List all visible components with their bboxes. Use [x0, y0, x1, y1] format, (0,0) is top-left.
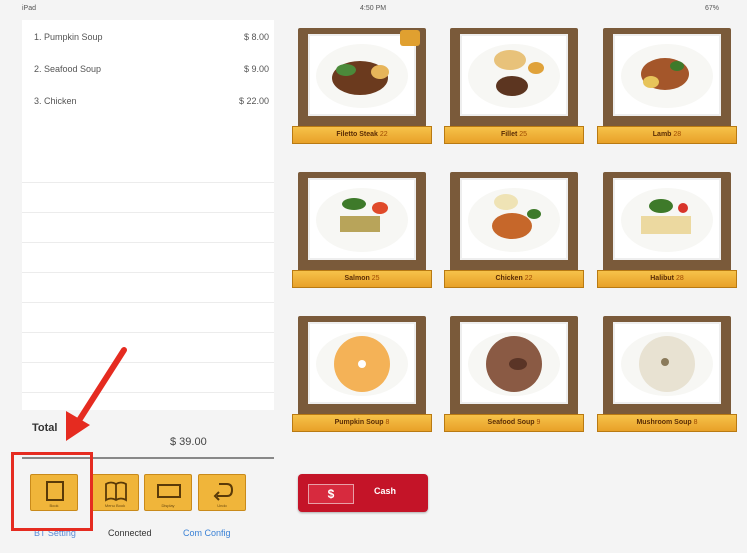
menu-tile-label[interactable]: Filetto Steak 22 [292, 126, 432, 144]
order-item-name: 2. Seafood Soup [34, 64, 102, 74]
order-item-price: $ 8.00 [243, 32, 269, 42]
row-divider [22, 242, 274, 243]
dish-photo [308, 322, 416, 404]
battery-level: 67% [705, 5, 720, 12]
status-bar: iPad 4:50 PM 67% [0, 0, 747, 18]
menu-tile-label[interactable]: Chicken 22 [444, 270, 584, 288]
menu-item-price: 8 [385, 419, 390, 426]
undo-button-label: Undo [217, 503, 227, 508]
dish-photo [613, 322, 721, 404]
menu-tile-label[interactable]: Lamb 28 [597, 126, 737, 144]
menu-item-name: Chicken [495, 275, 523, 282]
menu-tile-label[interactable]: Pumpkin Soup 8 [292, 414, 432, 432]
display-button-label: Display [161, 503, 175, 508]
total-label: Total [32, 422, 58, 434]
annotation-highlight-box [11, 452, 93, 531]
dish-photo [460, 322, 568, 404]
menu-item-name: Fillet [500, 131, 518, 138]
dish-photo [613, 34, 721, 116]
display-icon [157, 484, 181, 498]
menu-book-button-label: Menu Book [104, 503, 126, 508]
menu-item-price: 25 [519, 131, 528, 138]
order-row[interactable]: 2. Seafood Soup $ 9.00 [34, 58, 269, 78]
menu-tile[interactable] [450, 172, 578, 280]
menu-item-price: 28 [673, 131, 682, 138]
badge-icon [400, 30, 420, 46]
menu-tile[interactable] [603, 172, 731, 280]
display-button[interactable]: Display [144, 474, 192, 511]
dish-photo [308, 34, 416, 116]
cash-button[interactable]: $ Cash [298, 474, 428, 512]
order-item-price: $ 22.00 [238, 96, 269, 106]
menu-item-price: 28 [675, 275, 684, 282]
dish-photo [308, 178, 416, 260]
order-row[interactable]: 3. Chicken $ 22.00 [34, 90, 269, 110]
menu-item-name: Seafood Soup [487, 419, 535, 426]
undo-icon [213, 483, 234, 501]
menu-tile[interactable] [603, 316, 731, 424]
total-value: $ 39.00 [170, 436, 207, 448]
row-divider [22, 272, 274, 273]
dish-photo [460, 178, 568, 260]
order-item-name: 3. Chicken [34, 96, 77, 106]
menu-tile[interactable] [603, 28, 731, 136]
dollar-icon: $ [308, 484, 354, 504]
menu-tile[interactable] [450, 28, 578, 136]
menu-tile-label[interactable]: Halibut 28 [597, 270, 737, 288]
menu-item-price: 22 [379, 131, 388, 138]
dish-photo [613, 178, 721, 260]
menu-item-price: 25 [371, 275, 380, 282]
menu-item-name: Pumpkin Soup [334, 419, 384, 426]
row-divider [22, 182, 274, 183]
row-divider [22, 392, 274, 393]
row-divider [22, 302, 274, 303]
menu-item-name: Mushroom Soup [636, 419, 692, 426]
menu-item-price: 8 [693, 419, 698, 426]
order-panel: 1. Pumpkin Soup $ 8.00 2. Seafood Soup $… [22, 20, 274, 410]
menu-tile[interactable] [450, 316, 578, 424]
menu-item-name: Lamb [652, 131, 672, 138]
undo-button[interactable]: Undo [198, 474, 246, 511]
menu-tile[interactable] [298, 172, 426, 280]
dish-photo [460, 34, 568, 116]
menu-tile-label[interactable]: Seafood Soup 9 [444, 414, 584, 432]
menu-item-name: Salmon [344, 275, 370, 282]
menu-item-price: 9 [536, 419, 541, 426]
row-divider [22, 362, 274, 363]
order-item-name: 1. Pumpkin Soup [34, 32, 103, 42]
menu-tile-label[interactable]: Fillet 25 [444, 126, 584, 144]
device-label: iPad [22, 5, 37, 12]
connection-status: Connected [108, 528, 152, 538]
menu-tile-label[interactable]: Salmon 25 [292, 270, 432, 288]
menu-tile[interactable] [298, 316, 426, 424]
open-book-icon [105, 481, 127, 502]
menu-tile[interactable] [298, 28, 426, 136]
menu-tile-label[interactable]: Mushroom Soup 8 [597, 414, 737, 432]
row-divider [22, 212, 274, 213]
clock: 4:50 PM [360, 5, 387, 12]
menu-item-name: Filetto Steak [336, 131, 378, 138]
menu-book-button[interactable]: Menu Book [91, 474, 139, 511]
row-divider [22, 332, 274, 333]
com-config-link[interactable]: Com Config [183, 528, 231, 538]
menu-item-name: Halibut [650, 275, 674, 282]
cash-button-label: Cash [374, 486, 397, 496]
order-row[interactable]: 1. Pumpkin Soup $ 8.00 [34, 26, 269, 46]
menu-item-price: 22 [524, 275, 533, 282]
order-item-price: $ 9.00 [243, 64, 269, 74]
